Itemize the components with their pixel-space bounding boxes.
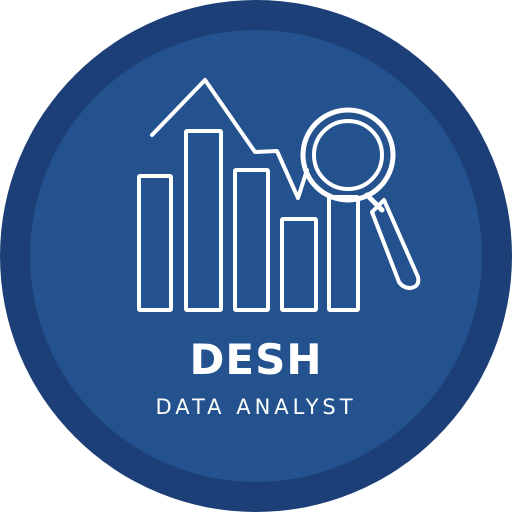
- badge-graphic: [0, 0, 512, 512]
- brand-name: DESH: [189, 335, 323, 384]
- logo-badge: DESH DATA ANALYST: [0, 0, 512, 512]
- brand-tagline: DATA ANALYST: [155, 395, 357, 419]
